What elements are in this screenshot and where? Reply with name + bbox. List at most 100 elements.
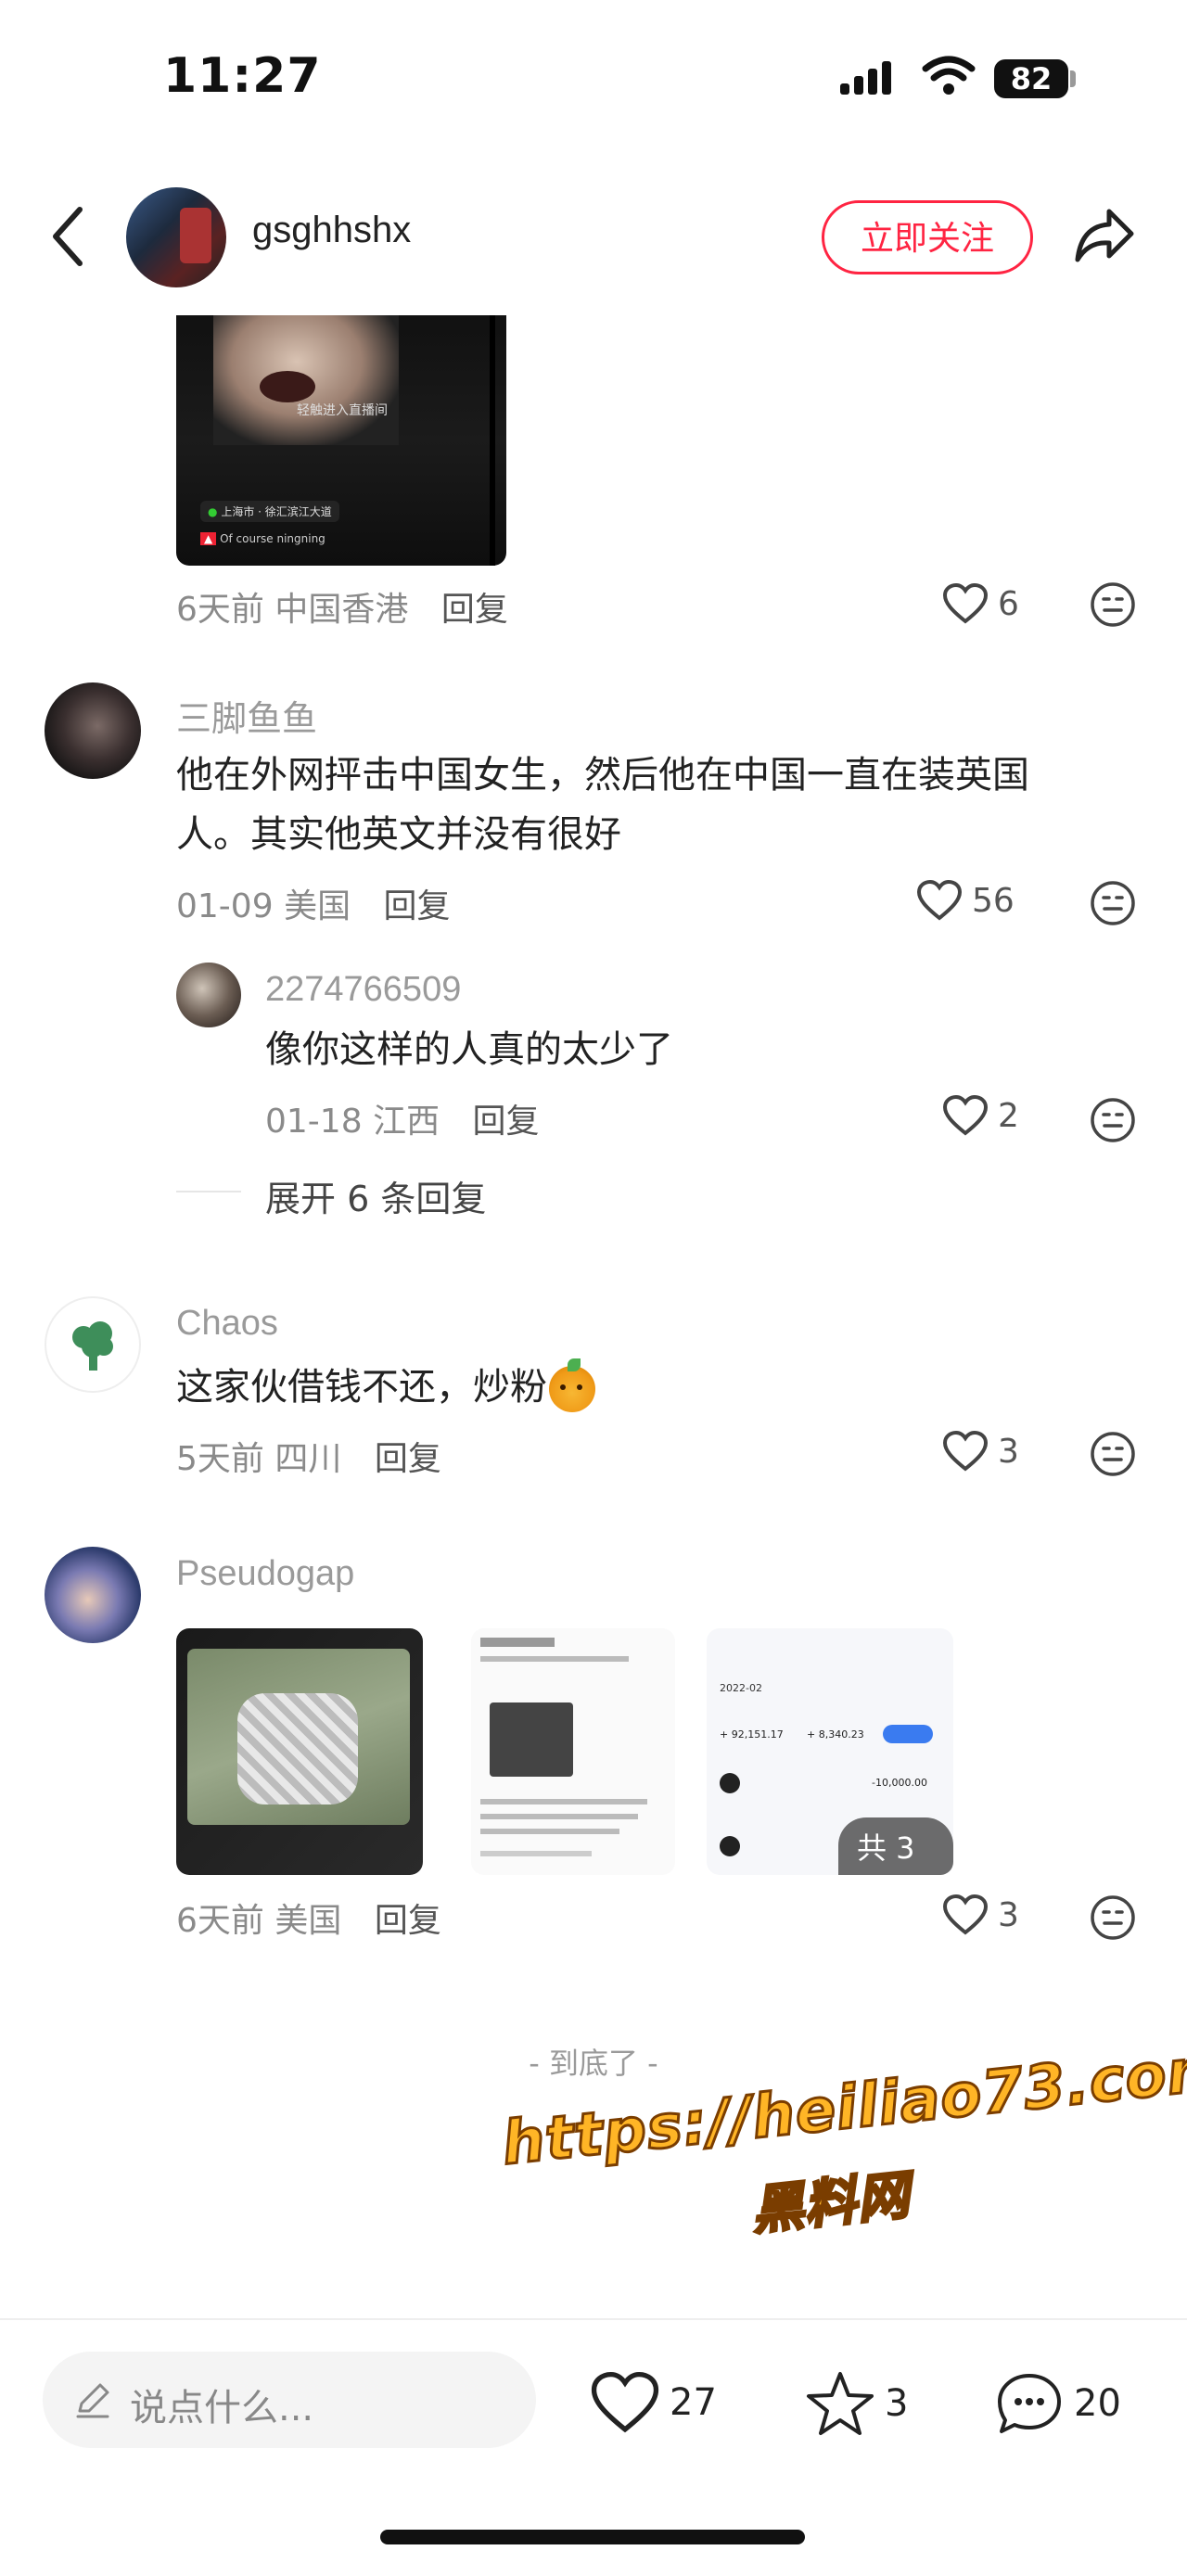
- comment-time: 6天前: [176, 1902, 264, 1940]
- reply-button[interactable]: 回复: [375, 1440, 441, 1478]
- post-star-count: 3: [885, 2382, 909, 2425]
- comment-region: 中国香港: [274, 591, 409, 629]
- reply-author-name[interactable]: 2274766509: [265, 970, 461, 1010]
- comment-image-3[interactable]: 2022-02 + 92,151.17 + 8,340.23 -10,000.0…: [707, 1628, 953, 1875]
- heart-icon: [942, 1430, 989, 1472]
- comment-like-button[interactable]: 3: [942, 1430, 1019, 1473]
- comment-like-button[interactable]: 3: [942, 1894, 1019, 1936]
- reply-time: 01-18: [265, 1103, 363, 1141]
- comment-like-button[interactable]: 56: [916, 879, 1015, 922]
- comment-text-line: 人。其实他英文并没有很好: [176, 813, 621, 856]
- comment-image-1[interactable]: [176, 1628, 423, 1875]
- emoji-react-icon[interactable]: [1089, 1096, 1137, 1144]
- screenshot-line: [480, 1799, 647, 1804]
- commenter-name[interactable]: 三脚鱼鱼: [176, 690, 317, 741]
- screenshot-line: [480, 1656, 629, 1662]
- reply-button[interactable]: 回复: [473, 1103, 540, 1141]
- emoji-react-icon[interactable]: [1089, 580, 1137, 629]
- comment-image-2[interactable]: [471, 1628, 675, 1875]
- battery-level: 82: [994, 59, 1068, 98]
- comment-text: 这家伙借钱不还，炒粉: [176, 1358, 595, 1417]
- commenter-name[interactable]: Pseudogap: [176, 1554, 354, 1594]
- heart-icon: [942, 1894, 989, 1935]
- screenshot-row-amount: -10,000.00: [872, 1777, 927, 1789]
- commenter-avatar[interactable]: [45, 1296, 141, 1393]
- screenshot-line: [480, 1814, 638, 1819]
- comment-bubble-icon: [998, 2374, 1061, 2433]
- cellular-signal-icon: [840, 61, 896, 95]
- comment-time: 6天前: [176, 591, 264, 629]
- like-count: 3: [998, 1432, 1019, 1471]
- star-icon: [807, 2372, 874, 2435]
- screenshot-dark-card: [490, 1702, 573, 1777]
- status-time: 11:27: [163, 48, 322, 104]
- heart-icon: [942, 582, 989, 624]
- comment-like-button[interactable]: 6: [942, 582, 1019, 625]
- reply-region: 江西: [373, 1103, 440, 1141]
- comment-meta: 6天前 美国 回复: [176, 1894, 441, 1942]
- battery-tip: [1070, 70, 1076, 87]
- emoji-react-icon[interactable]: [1089, 1430, 1137, 1478]
- home-indicator[interactable]: [380, 2530, 805, 2544]
- emoji-react-icon[interactable]: [1089, 879, 1137, 927]
- comment-text-line: 他在外网抨击中国女生，然后他在中国一直在装英国: [176, 754, 1029, 797]
- like-count: 2: [998, 1096, 1019, 1135]
- live-overlay-text: 轻触进入直播间: [297, 403, 388, 418]
- screenshot-amount-2: + 8,340.23: [807, 1728, 864, 1741]
- comment-text-body: 这家伙借钱不还，炒粉: [176, 1366, 547, 1409]
- share-icon[interactable]: [1072, 206, 1137, 265]
- watermark-site-name: 黑料网: [747, 2164, 914, 2244]
- reply-button[interactable]: 回复: [441, 591, 508, 629]
- expand-replies-button[interactable]: 展开 6 条回复: [265, 1170, 486, 1221]
- comment-meta: 6天前 中国香港 回复: [176, 582, 508, 631]
- comment-region: 美国: [284, 887, 351, 925]
- post-like-count: 27: [670, 2381, 717, 2424]
- comment-time: 5天前: [176, 1440, 264, 1478]
- screenshot-line: [480, 1638, 555, 1647]
- screenshot-line: [480, 1851, 592, 1856]
- comment-image-video-still[interactable]: 轻触进入直播间 ● 上海市 · 徐汇滨江大道 ▲ Of course ningn…: [176, 315, 506, 566]
- reply-like-button[interactable]: 2: [942, 1094, 1019, 1137]
- post-comment-count: 20: [1074, 2382, 1121, 2425]
- mosaic-blur: [237, 1693, 358, 1804]
- follow-button[interactable]: 立即关注: [822, 200, 1033, 274]
- author-name[interactable]: gsghhshx: [252, 210, 411, 251]
- comment-meta: 5天前 四川 回复: [176, 1432, 441, 1480]
- mouth-shape: [260, 371, 315, 402]
- heart-icon: [916, 879, 963, 921]
- image-count-badge: 共 3 张: [838, 1817, 953, 1875]
- screenshot-row-dot: [720, 1773, 740, 1793]
- comment-meta: 01-09 美国 回复: [176, 879, 451, 927]
- commenter-name[interactable]: Chaos: [176, 1304, 278, 1344]
- screenshot-date: 2022-02: [720, 1682, 762, 1694]
- screenshot-amount-1: + 92,151.17: [720, 1728, 784, 1741]
- reply-text: 像你这样的人真的太少了: [265, 1028, 673, 1071]
- mango-emoji-icon: [549, 1358, 595, 1412]
- comment-input-placeholder[interactable]: 说点什么...: [130, 2378, 313, 2431]
- video-divider: [490, 315, 495, 566]
- emoji-react-icon[interactable]: [1089, 1894, 1137, 1942]
- streamer-tag-text: Of course ningning: [220, 532, 325, 545]
- back-arrow-icon[interactable]: [48, 204, 85, 269]
- screenshot-blue-button: [883, 1725, 933, 1743]
- post-like-button[interactable]: 27: [590, 2370, 717, 2435]
- post-comment-button[interactable]: 20: [994, 2370, 1121, 2437]
- screenshot-row-dot: [720, 1836, 740, 1856]
- like-count: 3: [998, 1895, 1019, 1934]
- post-star-button[interactable]: 3: [805, 2370, 908, 2437]
- commenter-avatar[interactable]: [45, 682, 141, 779]
- streamer-tag: ▲ Of course ningning: [200, 532, 325, 545]
- location-tag-text: 上海市 · 徐汇滨江大道: [221, 505, 332, 518]
- author-avatar[interactable]: [126, 187, 226, 287]
- reply-button[interactable]: 回复: [375, 1902, 441, 1940]
- broccoli-icon: [72, 1321, 113, 1371]
- wifi-icon: [922, 56, 976, 95]
- expand-divider: [176, 1191, 241, 1192]
- commenter-avatar[interactable]: [45, 1547, 141, 1643]
- heart-icon: [942, 1094, 989, 1136]
- comment-region: 美国: [274, 1902, 342, 1940]
- pencil-icon: [76, 2383, 109, 2418]
- comment-region: 四川: [274, 1440, 342, 1478]
- reply-button[interactable]: 回复: [384, 887, 451, 925]
- reply-avatar[interactable]: [176, 963, 241, 1027]
